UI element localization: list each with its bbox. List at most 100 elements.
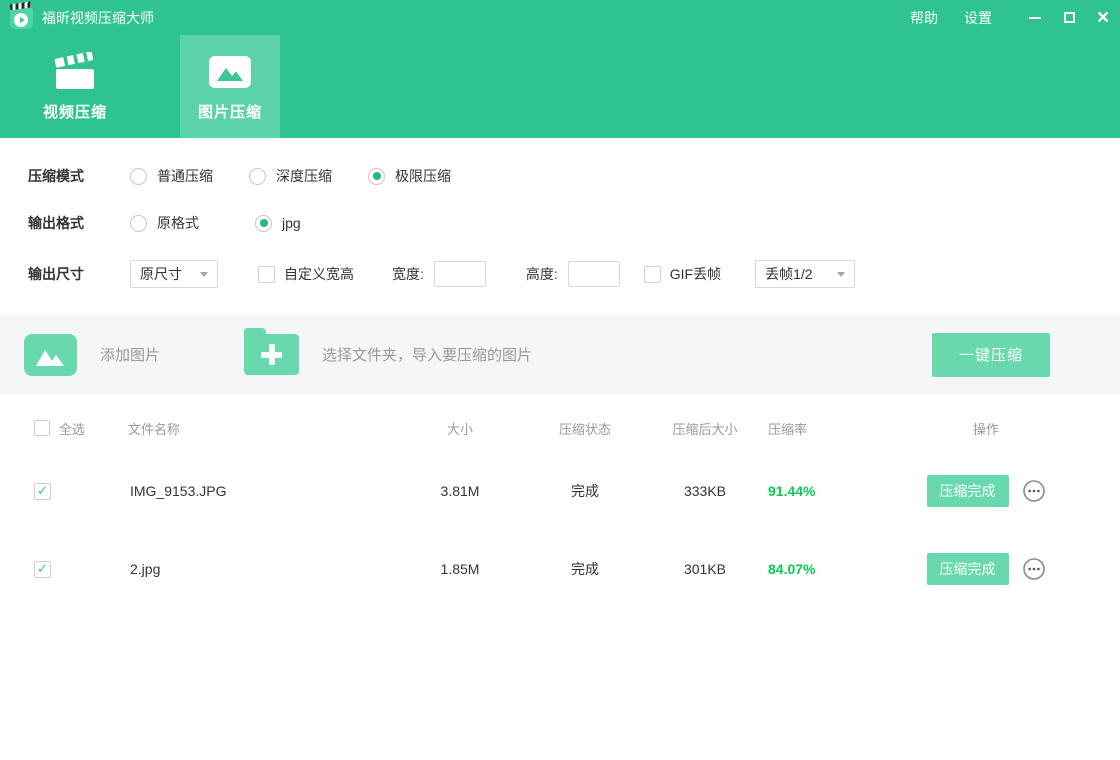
- app-logo-icon: [10, 6, 33, 29]
- checkbox-icon: [258, 266, 275, 283]
- radio-label: 普通压缩: [157, 166, 213, 186]
- radio-icon: [130, 215, 147, 232]
- radio-icon-selected: [255, 215, 272, 232]
- radio-jpg-format[interactable]: jpg: [255, 215, 301, 232]
- header-file-name: 文件名称: [128, 419, 400, 438]
- row-checkbox[interactable]: [28, 483, 128, 500]
- maximize-button[interactable]: [1052, 0, 1086, 35]
- add-images-button[interactable]: 添加图片: [24, 334, 160, 376]
- frame-drop-select[interactable]: 丢帧1/2: [755, 260, 855, 288]
- compress-done-button[interactable]: 压缩完成: [927, 553, 1009, 585]
- radio-extreme-compress[interactable]: 极限压缩: [368, 166, 451, 186]
- header-ratio: 压缩率: [760, 419, 880, 438]
- checkbox-icon: [644, 266, 661, 283]
- header-size: 大小: [400, 419, 520, 438]
- size-select-value: 原尺寸: [140, 264, 182, 284]
- radio-label: 极限压缩: [395, 166, 451, 186]
- select-folder-label: 选择文件夹，导入要压缩的图片: [322, 344, 532, 365]
- cell-ratio: 91.44%: [760, 483, 880, 499]
- minimize-button[interactable]: [1018, 0, 1052, 35]
- radio-original-format[interactable]: 原格式: [130, 213, 199, 233]
- close-icon: ×: [1097, 7, 1109, 28]
- cell-file-name: IMG_9153.JPG: [128, 483, 400, 499]
- cell-size: 1.85M: [400, 561, 520, 577]
- radio-normal-compress[interactable]: 普通压缩: [130, 166, 213, 186]
- picture-plus-icon: [24, 334, 77, 376]
- maximize-icon: [1064, 12, 1075, 23]
- table-row: 2.jpg 1.85M 完成 301KB 84.07% 压缩完成: [28, 530, 1092, 608]
- chevron-down-icon: [837, 272, 845, 277]
- size-select[interactable]: 原尺寸: [130, 260, 218, 288]
- width-label: 宽度:: [392, 264, 424, 284]
- tab-strip: 视频压缩 图片压缩: [0, 35, 1120, 138]
- cell-size: 3.81M: [400, 483, 520, 499]
- checkbox-checked-icon: [34, 561, 51, 578]
- custom-size-checkbox[interactable]: 自定义宽高: [258, 264, 354, 284]
- add-images-label: 添加图片: [100, 344, 160, 365]
- checkbox-label: GIF丢帧: [670, 264, 721, 284]
- more-options-button[interactable]: [1022, 479, 1046, 503]
- frame-drop-select-value: 丢帧1/2: [765, 264, 812, 284]
- height-label: 高度:: [526, 264, 558, 284]
- app-title: 福昕视频压缩大师: [42, 8, 154, 28]
- output-format-label: 输出格式: [28, 213, 130, 233]
- file-table: 全选 文件名称 大小 压缩状态 压缩后大小 压缩率 操作 IMG_9153.JP…: [0, 404, 1120, 608]
- cell-status: 完成: [520, 559, 650, 579]
- play-circle-icon: [14, 13, 28, 27]
- checkbox-label: 自定义宽高: [284, 264, 354, 284]
- gif-dropframe-checkbox[interactable]: GIF丢帧: [644, 264, 721, 284]
- radio-icon: [249, 168, 266, 185]
- ellipsis-circle-icon: [1022, 479, 1046, 503]
- tab-label: 图片压缩: [198, 101, 262, 122]
- height-input[interactable]: [568, 261, 620, 287]
- compress-mode-row: 压缩模式 普通压缩 深度压缩 极限压缩: [28, 166, 1120, 186]
- output-format-row: 输出格式 原格式 jpg: [28, 213, 1120, 233]
- more-options-button[interactable]: [1022, 557, 1046, 581]
- radio-label: 原格式: [157, 213, 199, 233]
- cell-status: 完成: [520, 481, 650, 501]
- cell-actions: 压缩完成: [880, 475, 1092, 507]
- checkbox-checked-icon: [34, 483, 51, 500]
- cell-ratio: 84.07%: [760, 561, 880, 577]
- cell-actions: 压缩完成: [880, 553, 1092, 585]
- settings-panel: 压缩模式 普通压缩 深度压缩 极限压缩 输出格式 原格式 jpg 输出尺寸 原尺…: [0, 138, 1120, 288]
- radio-icon: [130, 168, 147, 185]
- chevron-down-icon: [200, 272, 208, 277]
- settings-menu-item[interactable]: 设置: [964, 8, 992, 28]
- output-size-row: 输出尺寸 原尺寸 自定义宽高 宽度: 高度: GIF丢帧 丢帧1/2: [28, 260, 1120, 288]
- titlebar: 福昕视频压缩大师 帮助 设置 ×: [0, 0, 1120, 35]
- picture-icon: [207, 52, 253, 92]
- checkbox-icon: [34, 420, 50, 436]
- radio-label: jpg: [282, 215, 301, 231]
- header-actions: 操作: [880, 419, 1092, 438]
- tab-image-compress[interactable]: 图片压缩: [180, 35, 280, 138]
- clapperboard-icon: [52, 52, 98, 92]
- width-input[interactable]: [434, 261, 486, 287]
- cell-file-name: 2.jpg: [128, 561, 400, 577]
- table-row: IMG_9153.JPG 3.81M 完成 333KB 91.44% 压缩完成: [28, 452, 1092, 530]
- compress-done-button[interactable]: 压缩完成: [927, 475, 1009, 507]
- ellipsis-circle-icon: [1022, 557, 1046, 581]
- close-button[interactable]: ×: [1086, 0, 1120, 35]
- tab-video-compress[interactable]: 视频压缩: [25, 35, 125, 138]
- header-status: 压缩状态: [520, 419, 650, 438]
- clapper-top-icon: [10, 2, 32, 11]
- select-folder-button[interactable]: 选择文件夹，导入要压缩的图片: [244, 334, 532, 375]
- cell-compressed-size: 301KB: [650, 561, 760, 577]
- output-size-label: 输出尺寸: [28, 264, 130, 284]
- header-compressed-size: 压缩后大小: [650, 419, 760, 438]
- import-bar: 添加图片 选择文件夹，导入要压缩的图片 一键压缩: [0, 315, 1120, 394]
- help-menu-item[interactable]: 帮助: [910, 8, 938, 28]
- radio-icon-selected: [368, 168, 385, 185]
- compress-mode-label: 压缩模式: [28, 166, 130, 186]
- tab-label: 视频压缩: [43, 101, 107, 122]
- radio-deep-compress[interactable]: 深度压缩: [249, 166, 332, 186]
- folder-plus-icon: [244, 334, 299, 375]
- select-all-label: 全选: [59, 419, 85, 438]
- select-all-checkbox[interactable]: 全选: [28, 419, 128, 438]
- minimize-icon: [1029, 17, 1041, 19]
- row-checkbox[interactable]: [28, 561, 128, 578]
- one-click-compress-button[interactable]: 一键压缩: [932, 333, 1050, 377]
- radio-label: 深度压缩: [276, 166, 332, 186]
- table-header: 全选 文件名称 大小 压缩状态 压缩后大小 压缩率 操作: [28, 404, 1092, 452]
